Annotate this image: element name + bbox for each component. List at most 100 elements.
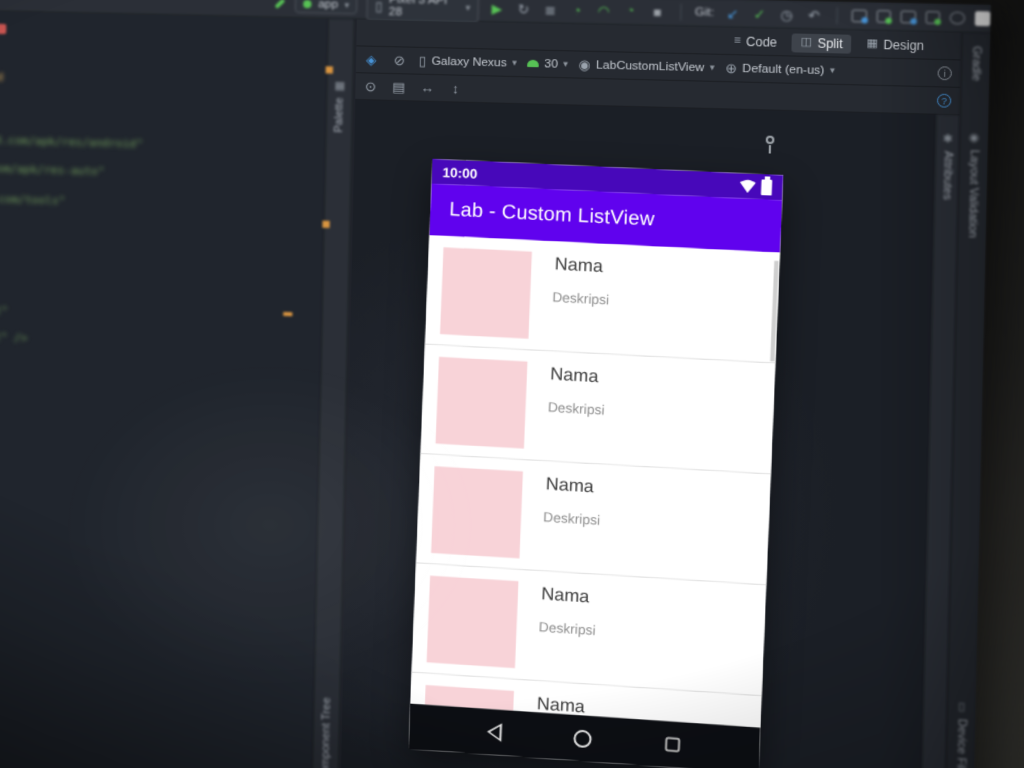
- chevron-down-icon: ▾: [512, 57, 518, 68]
- run-configuration-select[interactable]: app ▾: [295, 0, 358, 15]
- thumbnail-placeholder: [440, 247, 532, 339]
- tab-code[interactable]: ≡ Code: [725, 31, 786, 51]
- device-for-preview-select[interactable]: ▯ Galaxy Nexus ▾: [418, 53, 518, 70]
- thumbnail-placeholder: [426, 575, 519, 669]
- stop-button[interactable]: ■: [649, 4, 667, 20]
- item-description: Deskripsi: [543, 509, 601, 529]
- avd-manager-icon[interactable]: [925, 11, 942, 26]
- photo-of-android-studio: app ▾ ▯ Pixel 3 API 28 ▾ ▶ ↻ ≣ ◔ ◠ ◔ ■ G…: [0, 0, 1024, 768]
- xml-code-editor[interactable]: ld roid.com/apk/res/android" com/apk/res-a…: [0, 11, 328, 768]
- info-icon[interactable]: i: [937, 66, 952, 81]
- gradle-label: Gradle: [968, 45, 983, 82]
- help-icon[interactable]: ?: [936, 93, 952, 108]
- item-name: Nama: [540, 583, 590, 607]
- layout-validation-tab[interactable]: ◉ Layout Validation: [958, 130, 988, 238]
- list-item[interactable]: Nama Deskripsi: [424, 235, 781, 364]
- device-file-explorer-icon: ▯: [958, 700, 966, 714]
- palette-grid-icon: ▦: [334, 79, 346, 93]
- chevron-down-icon: ▾: [344, 0, 350, 10]
- warning-tick: [322, 220, 330, 229]
- item-description: Deskripsi: [547, 399, 605, 418]
- api-version-select[interactable]: 30 ▾: [527, 57, 568, 70]
- terminal-icon[interactable]: [876, 10, 893, 25]
- locale-select[interactable]: ⊕ Default (en-us) ▾: [725, 60, 835, 77]
- profiler-button[interactable]: ◠: [595, 3, 613, 19]
- horizontal-constraint-icon[interactable]: ↔: [418, 80, 436, 96]
- code-tab-icon: ≡: [733, 34, 741, 47]
- device-file-explorer-tab[interactable]: ▯ Device File Explorer: [945, 698, 975, 768]
- monitor-screen: app ▾ ▯ Pixel 3 API 28 ▾ ▶ ↻ ≣ ◔ ◠ ◔ ■ G…: [0, 0, 991, 768]
- run-button[interactable]: ▶: [488, 0, 505, 16]
- gradle-tab[interactable]: Gradle: [962, 46, 990, 82]
- recents-icon: [664, 736, 681, 753]
- attributes-tab[interactable]: ✱ Attributes: [935, 132, 959, 201]
- run-configuration-label: app: [318, 0, 339, 11]
- device-icon: ▯: [418, 53, 427, 69]
- theme-icon: ◉: [578, 56, 591, 73]
- api-level-label: 30: [544, 57, 559, 71]
- item-name: Nama: [554, 253, 604, 277]
- chevron-down-icon: ▾: [563, 58, 569, 69]
- locale-globe-icon: ⊕: [725, 60, 738, 77]
- component-tree-tab[interactable]: Component Tree ◈: [312, 697, 339, 768]
- debug-button[interactable]: ◔: [568, 2, 585, 18]
- git-history-button[interactable]: ◷: [778, 6, 796, 22]
- project-structure-icon[interactable]: [851, 9, 868, 24]
- attributes-label: Attributes: [939, 150, 954, 201]
- split-tab-label: Split: [817, 35, 843, 51]
- toolbar-separator: [679, 3, 682, 21]
- theme-select[interactable]: ◉ LabCustomListView ▾: [578, 56, 715, 75]
- item-description: Deskripsi: [552, 289, 610, 308]
- build-icon[interactable]: [274, 0, 286, 10]
- modified-line-marker: [283, 311, 293, 317]
- chevron-down-icon: ▾: [709, 61, 715, 73]
- design-canvas[interactable]: 10:00 Lab - Custom ListView Nama Deskrip…: [339, 99, 936, 768]
- render-wrench-icon: [765, 135, 775, 145]
- tab-split[interactable]: ◫ Split: [791, 32, 852, 54]
- orientation-icon[interactable]: ⊘: [390, 52, 408, 68]
- attributes-icon: ✱: [942, 132, 953, 146]
- sdk-manager-icon[interactable]: [974, 11, 991, 27]
- code-tab-label: Code: [745, 33, 778, 50]
- rerun-button[interactable]: ↻: [515, 1, 532, 17]
- design-tab-label: Design: [883, 37, 925, 53]
- git-update-button[interactable]: ↙: [724, 5, 742, 21]
- git-commit-button[interactable]: ✓: [751, 6, 769, 22]
- tab-design[interactable]: ▦ Design: [858, 34, 933, 55]
- view-options-eye-icon[interactable]: ⊙: [362, 79, 380, 95]
- device-file-explorer-label: Device File Explorer: [953, 718, 968, 768]
- search-icon[interactable]: [949, 11, 965, 25]
- warning-tick: [325, 66, 334, 74]
- apply-changes-button[interactable]: ≣: [541, 1, 558, 17]
- design-tab-icon: ▦: [866, 37, 879, 51]
- split-tab-icon: ◫: [800, 35, 813, 49]
- code-lines: ld roid.com/apk/res/android" com/apk/res-a…: [0, 70, 144, 345]
- custom-listview[interactable]: Nama Deskripsi Nama Deskripsi Nama Deskr…: [410, 235, 781, 728]
- device-manager-icon[interactable]: [900, 10, 917, 25]
- wifi-icon: [739, 179, 756, 193]
- layout-validation-label: Layout Validation: [965, 149, 981, 239]
- locale-label: Default (en-us): [742, 62, 825, 77]
- android-icon: [527, 59, 540, 68]
- git-rollback-button[interactable]: ↶: [805, 7, 823, 23]
- toolbar-separator: [836, 7, 839, 24]
- blueprint-list-icon[interactable]: ▤: [390, 79, 408, 95]
- palette-tab[interactable]: ▦ Palette: [326, 79, 352, 133]
- chevron-down-icon: ▾: [465, 1, 471, 13]
- chevron-down-icon: ▾: [829, 64, 835, 76]
- status-time: 10:00: [442, 163, 478, 182]
- attach-debugger-button[interactable]: ◔: [622, 4, 640, 17]
- target-device-label: Pixel 3 API 28: [388, 0, 448, 19]
- layout-validation-icon: ◉: [968, 131, 980, 145]
- phone-preview[interactable]: 10:00 Lab - Custom ListView Nama Deskrip…: [408, 158, 784, 768]
- design-surface-select-icon[interactable]: ◈: [362, 52, 380, 68]
- git-label: Git:: [694, 6, 715, 20]
- app-title: Lab - Custom ListView: [448, 198, 655, 231]
- vertical-constraint-icon[interactable]: ↕: [446, 81, 464, 97]
- item-name: Nama: [549, 363, 599, 387]
- app-module-icon: [303, 0, 313, 9]
- list-item[interactable]: Nama Deskripsi: [420, 344, 776, 475]
- component-tree-label: Component Tree: [318, 697, 334, 768]
- preview-device-label: Galaxy Nexus: [431, 54, 507, 70]
- thumbnail-placeholder: [435, 356, 528, 449]
